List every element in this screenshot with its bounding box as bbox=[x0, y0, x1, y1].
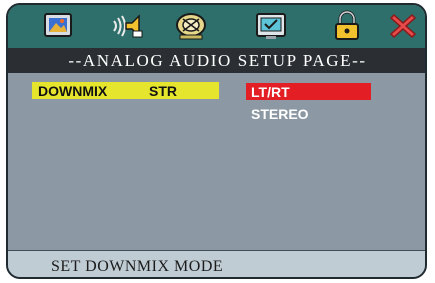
downmix-setting-item[interactable]: DOWNMIX STR bbox=[32, 82, 219, 99]
password-lock-icon[interactable] bbox=[330, 10, 364, 42]
option-label: STEREO bbox=[251, 105, 309, 122]
status-text: SET DOWNMIX MODE bbox=[51, 257, 224, 275]
setup-category-toolbar bbox=[8, 5, 425, 50]
page-title: --ANALOG AUDIO SETUP PAGE-- bbox=[68, 50, 367, 70]
status-bar: SET DOWNMIX MODE bbox=[8, 250, 425, 277]
settings-panel: DOWNMIX STR LT/RT STEREO bbox=[8, 73, 425, 250]
page-title-bar: --ANALOG AUDIO SETUP PAGE-- bbox=[8, 48, 425, 73]
exit-icon[interactable] bbox=[386, 10, 420, 42]
setting-label: DOWNMIX bbox=[38, 82, 108, 99]
setup-menu-window: --ANALOG AUDIO SETUP PAGE-- DOWNMIX STR … bbox=[6, 3, 427, 279]
general-setup-icon[interactable] bbox=[41, 10, 75, 42]
video-setup-icon[interactable] bbox=[254, 10, 288, 42]
setting-current-value: STR bbox=[149, 82, 177, 99]
option-label: LT/RT bbox=[251, 83, 290, 100]
option-lt-rt[interactable]: LT/RT bbox=[246, 83, 371, 100]
option-stereo[interactable]: STEREO bbox=[246, 105, 371, 122]
dolby-setup-icon[interactable] bbox=[174, 10, 208, 42]
audio-setup-icon[interactable] bbox=[111, 10, 145, 42]
